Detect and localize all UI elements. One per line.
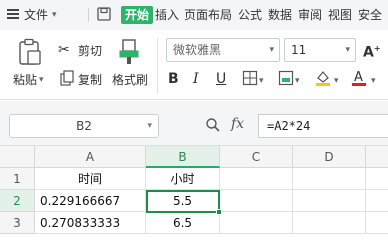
column-header-b[interactable]: B (146, 146, 220, 168)
spreadsheet-grid: A B C D 1 2 3 时间 小时 0.229166667 5.5 0.27… (0, 146, 388, 234)
ribbon: 粘贴 ▾ ✂ 剪切 复制 格式刷 微软雅黑 ▾ 11 ▾ A+ B I U ▾ … (0, 30, 388, 100)
cell-b3[interactable]: 6.5 (146, 212, 220, 234)
format-painter-icon[interactable] (117, 38, 141, 69)
increase-font-icon[interactable]: A+ (363, 41, 381, 61)
ribbon-divider (157, 38, 158, 94)
cell-d1[interactable] (293, 168, 366, 190)
cell-a1[interactable]: 时间 (35, 168, 146, 190)
cell-e1[interactable] (366, 168, 388, 190)
name-box[interactable]: B2 ▾ (9, 114, 159, 138)
font-size-value: 11 (291, 43, 307, 57)
font-color-icon[interactable]: A (351, 69, 367, 90)
cell-c2[interactable] (220, 190, 293, 212)
underline-icon[interactable]: U (216, 71, 226, 87)
cell-d2[interactable] (293, 190, 366, 212)
cell-b2[interactable]: 5.5 (146, 190, 220, 212)
format-painter-button[interactable]: 格式刷 (112, 73, 148, 87)
column-header-e[interactable] (366, 146, 388, 168)
tab-data[interactable]: 数据 (268, 7, 292, 23)
font-name-value: 微软雅黑 (173, 43, 222, 57)
copy-icon[interactable] (60, 70, 74, 89)
paste-icon[interactable] (17, 38, 43, 69)
cell-c1[interactable] (220, 168, 293, 190)
menu-icon[interactable] (7, 9, 19, 19)
cut-button[interactable]: 剪切 (78, 44, 102, 58)
fill-color-icon[interactable] (314, 69, 332, 90)
chevron-down-icon: ▾ (269, 45, 274, 55)
cell-style-icon[interactable] (278, 70, 294, 89)
formula-input[interactable]: =A2*24 (258, 114, 388, 138)
tab-view[interactable]: 视图 (328, 7, 352, 23)
italic-icon[interactable]: I (193, 71, 199, 87)
svg-text:A: A (354, 70, 363, 85)
paste-dropdown-icon[interactable]: ▾ (39, 73, 44, 87)
scissors-icon[interactable]: ✂ (58, 42, 70, 58)
tab-review[interactable]: 审阅 (298, 7, 322, 23)
copy-button[interactable]: 复制 (78, 73, 102, 87)
tab-home[interactable]: 开始 (121, 6, 153, 24)
row-header-2[interactable]: 2 (0, 190, 35, 212)
chevron-down-icon[interactable]: ▾ (295, 73, 300, 89)
column-header-a[interactable]: A (35, 146, 146, 168)
chevron-down-icon: ▾ (345, 45, 350, 55)
chevron-down-icon[interactable]: ▾ (52, 7, 57, 23)
menu-bar: 文件 ▾ 开始 插入 页面布局 公式 数据 审阅 视图 安全 (0, 0, 388, 30)
font-size-select[interactable]: 11 ▾ (284, 38, 356, 62)
font-name-select[interactable]: 微软雅黑 ▾ (166, 38, 280, 62)
cell-a2[interactable]: 0.229166667 (35, 190, 146, 212)
borders-icon[interactable] (242, 70, 258, 89)
name-box-value: B2 (76, 119, 92, 133)
cell-c3[interactable] (220, 212, 293, 234)
chevron-down-icon[interactable]: ▾ (259, 73, 264, 89)
cell-e3[interactable] (366, 212, 388, 234)
chevron-down-icon[interactable]: ▾ (334, 73, 339, 89)
tab-insert[interactable]: 插入 (155, 7, 179, 23)
paste-button[interactable]: 粘贴 (13, 73, 37, 87)
column-header-d[interactable]: D (293, 146, 366, 168)
column-header-c[interactable]: C (220, 146, 293, 168)
formula-bar: B2 ▾ fx =A2*24 (0, 101, 388, 146)
tab-formulas[interactable]: 公式 (238, 7, 262, 23)
chevron-down-icon[interactable]: ▾ (371, 73, 376, 89)
menu-file[interactable]: 文件 (24, 7, 48, 23)
bold-icon[interactable]: B (168, 71, 179, 87)
row-header-3[interactable]: 3 (0, 212, 35, 234)
cell-d3[interactable] (293, 212, 366, 234)
zoom-search-icon[interactable] (205, 117, 221, 136)
select-all-corner[interactable] (0, 146, 35, 168)
save-icon[interactable] (96, 6, 112, 22)
tab-page-layout[interactable]: 页面布局 (184, 7, 232, 23)
tab-security[interactable]: 安全 (358, 7, 382, 23)
chevron-down-icon: ▾ (147, 121, 152, 131)
row-header-1[interactable]: 1 (0, 168, 35, 190)
function-icon[interactable]: fx (231, 116, 244, 132)
cell-b1[interactable]: 小时 (146, 168, 220, 190)
cell-e2[interactable] (366, 190, 388, 212)
cell-a3[interactable]: 0.270833333 (35, 212, 146, 234)
